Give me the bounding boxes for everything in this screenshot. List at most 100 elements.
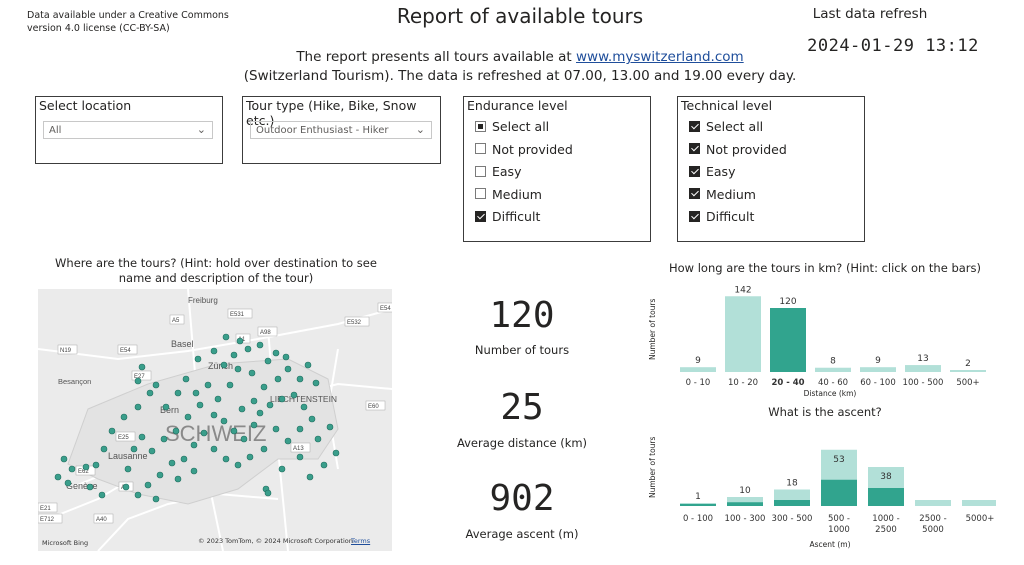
tour-marker[interactable]	[272, 349, 280, 357]
distance-bar-1[interactable]	[725, 296, 761, 372]
tour-marker[interactable]	[68, 465, 76, 473]
tour-marker[interactable]	[230, 351, 238, 359]
tour-marker[interactable]	[168, 459, 176, 467]
tour-marker[interactable]	[274, 375, 282, 383]
tour-marker[interactable]	[138, 433, 146, 441]
tour-marker[interactable]	[248, 369, 256, 377]
tour-marker[interactable]	[144, 481, 152, 489]
tour-marker[interactable]	[220, 361, 228, 369]
tour-marker[interactable]	[162, 403, 170, 411]
tour-marker[interactable]	[284, 365, 292, 373]
tour-marker[interactable]	[282, 353, 290, 361]
tour-marker[interactable]	[174, 389, 182, 397]
tour-marker[interactable]	[210, 445, 218, 453]
endurance-option-easy[interactable]: Easy	[475, 163, 521, 181]
tour-marker[interactable]	[120, 413, 128, 421]
tour-marker[interactable]	[108, 427, 116, 435]
distance-bar-5[interactable]	[905, 365, 941, 372]
tour-marker[interactable]	[220, 417, 228, 425]
ascent-bar-total-5[interactable]	[915, 500, 951, 506]
tour-marker[interactable]	[134, 377, 142, 385]
tour-marker[interactable]	[124, 465, 132, 473]
tour-marker[interactable]	[250, 421, 258, 429]
tour-marker[interactable]	[266, 401, 274, 409]
checkbox-icon[interactable]	[689, 120, 700, 132]
technical-option-select-all[interactable]: Select all	[689, 118, 763, 136]
tour-marker[interactable]	[264, 357, 272, 365]
tour-marker[interactable]	[60, 455, 68, 463]
tour-marker[interactable]	[194, 355, 202, 363]
tour-marker[interactable]	[182, 375, 190, 383]
tour-marker[interactable]	[184, 413, 192, 421]
distance-bar-4[interactable]	[860, 367, 896, 372]
technical-option-not-provided[interactable]: Not provided	[689, 141, 787, 159]
tour-map[interactable]: Freiburg Basel Zürich Bern Besançon Lausanne G…	[38, 289, 392, 551]
tour-marker[interactable]	[174, 475, 182, 483]
tour-marker[interactable]	[172, 427, 180, 435]
checkbox-icon[interactable]	[475, 120, 486, 132]
tour-marker[interactable]	[304, 361, 312, 369]
tour-marker[interactable]	[192, 389, 200, 397]
technical-option-medium[interactable]: Medium	[689, 186, 756, 204]
checkbox-icon[interactable]	[689, 165, 700, 177]
tour-marker[interactable]	[314, 435, 322, 443]
tour-marker[interactable]	[256, 341, 264, 349]
tour-marker[interactable]	[278, 465, 286, 473]
tour-marker[interactable]	[278, 395, 286, 403]
location-dropdown[interactable]: All ⌄	[43, 121, 213, 139]
ascent-chart[interactable]: 10 - 10010100 - 30018300 - 50053500 -100…	[676, 440, 996, 540]
tour-marker[interactable]	[230, 427, 238, 435]
checkbox-icon[interactable]	[689, 210, 700, 222]
endurance-option-not-provided[interactable]: Not provided	[475, 141, 573, 159]
endurance-option-difficult[interactable]: Difficult	[475, 208, 540, 226]
tour-marker[interactable]	[256, 409, 264, 417]
distance-chart[interactable]: 9 0 - 10 142 10 - 20 120 20 - 40 8 40 - 60 9 60 -…	[676, 280, 996, 390]
checkbox-icon[interactable]	[689, 188, 700, 199]
distance-bar-0[interactable]	[680, 367, 716, 372]
tour-marker[interactable]	[122, 483, 130, 491]
map-terms-link[interactable]: Terms	[351, 537, 370, 545]
ascent-bar-selected-2[interactable]	[774, 500, 810, 506]
tour-marker[interactable]	[244, 345, 252, 353]
tour-marker[interactable]	[308, 415, 316, 423]
map-canvas[interactable]: FreiburgBaselZürichBernBesançonLausanneG…	[38, 289, 392, 551]
tour-marker[interactable]	[260, 383, 268, 391]
distance-bar-6[interactable]	[950, 370, 986, 372]
checkbox-icon[interactable]	[475, 165, 486, 177]
technical-option-difficult[interactable]: Difficult	[689, 208, 754, 226]
tour-marker[interactable]	[92, 461, 100, 469]
tour-marker[interactable]	[264, 489, 272, 497]
tour-marker[interactable]	[200, 429, 208, 437]
tour-marker[interactable]	[100, 445, 108, 453]
tour-marker[interactable]	[214, 395, 222, 403]
tour-marker[interactable]	[190, 467, 198, 475]
endurance-option-medium[interactable]: Medium	[475, 186, 542, 204]
tour-marker[interactable]	[148, 447, 156, 455]
tour-marker[interactable]	[210, 347, 218, 355]
tour-marker[interactable]	[250, 397, 258, 405]
tour-marker[interactable]	[64, 479, 72, 487]
tour-marker[interactable]	[320, 461, 328, 469]
tour-marker[interactable]	[138, 363, 146, 371]
endurance-option-select-all[interactable]: Select all	[475, 118, 549, 136]
checkbox-icon[interactable]	[475, 210, 486, 222]
checkbox-icon[interactable]	[475, 143, 486, 154]
tour-marker[interactable]	[160, 435, 168, 443]
distance-bar-3[interactable]	[815, 367, 851, 372]
tour-type-dropdown[interactable]: Outdoor Enthusiast - Hiker ⌄	[250, 121, 432, 139]
tour-marker[interactable]	[226, 381, 234, 389]
tour-marker[interactable]	[296, 425, 304, 433]
tour-marker[interactable]	[156, 471, 164, 479]
tour-marker[interactable]	[82, 463, 90, 471]
distance-bar-2[interactable]	[770, 308, 806, 372]
ascent-bar-selected-3[interactable]	[821, 479, 857, 506]
tour-marker[interactable]	[190, 441, 198, 449]
tour-marker[interactable]	[152, 381, 160, 389]
tour-marker[interactable]	[240, 435, 248, 443]
ascent-bar-selected-1[interactable]	[727, 502, 763, 506]
tour-marker[interactable]	[290, 391, 298, 399]
tour-marker[interactable]	[238, 405, 246, 413]
ascent-bar-total-6[interactable]	[962, 500, 996, 506]
tour-marker[interactable]	[210, 411, 218, 419]
tour-marker[interactable]	[246, 453, 254, 461]
